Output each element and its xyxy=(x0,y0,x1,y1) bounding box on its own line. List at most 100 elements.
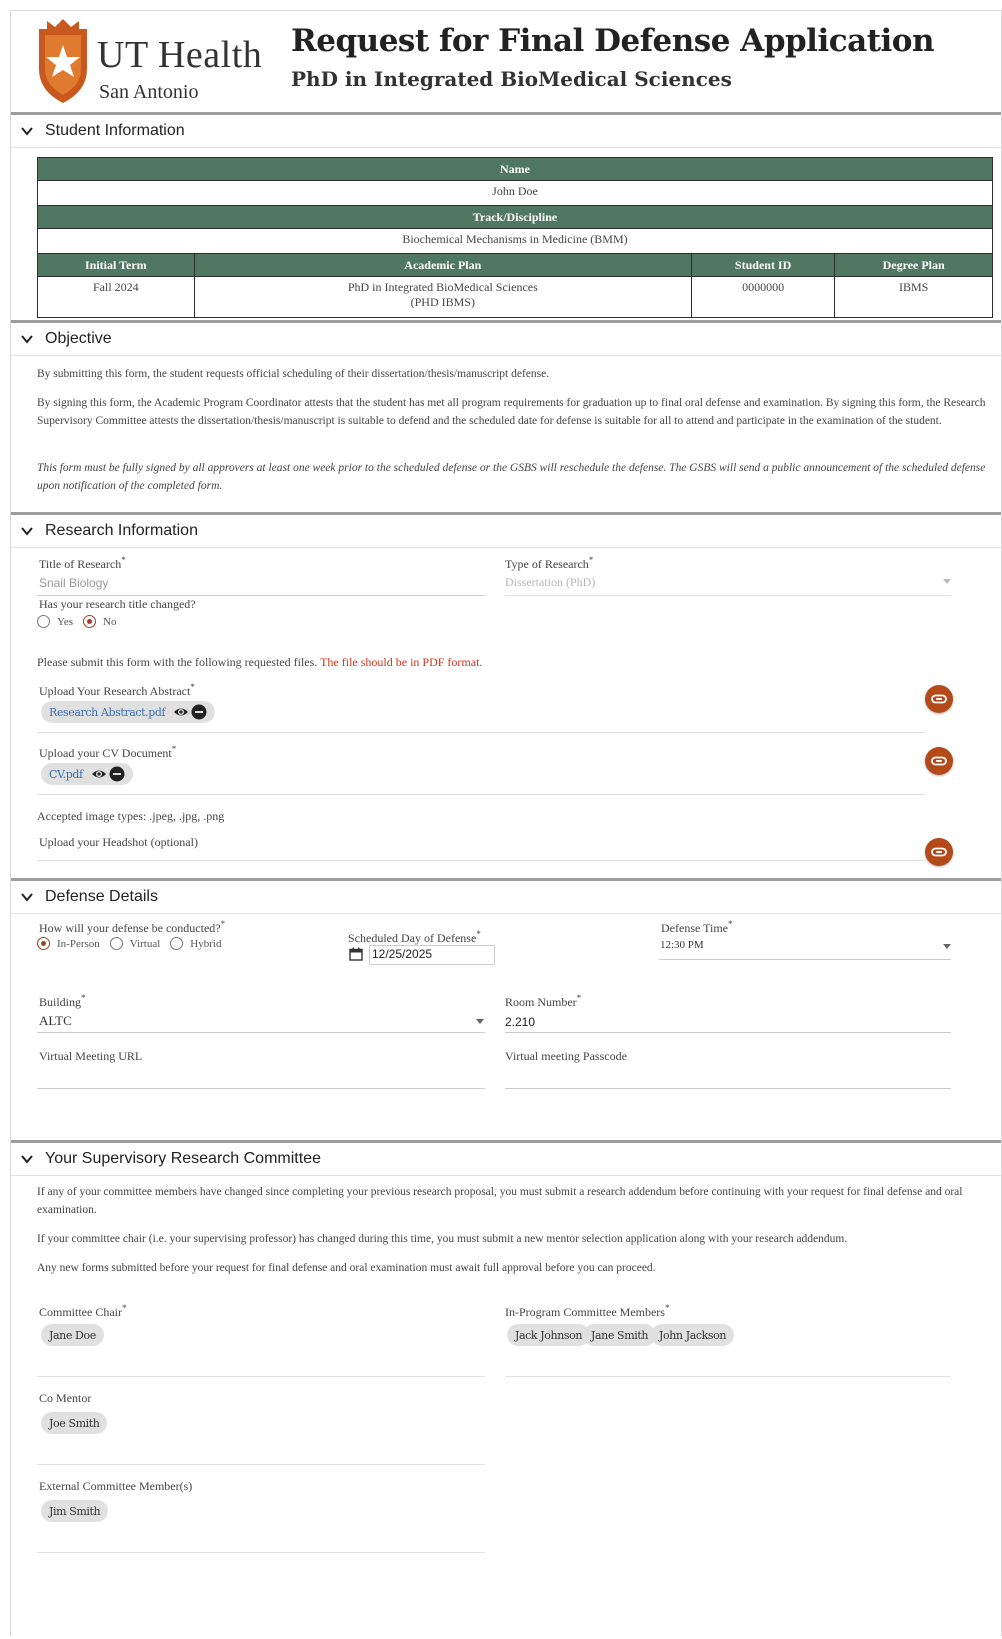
attach-abstract-button[interactable] xyxy=(925,685,953,713)
objective-notice: This form must be fully signed by all ap… xyxy=(37,462,986,492)
student-name: John Doe xyxy=(37,180,993,206)
section-title: Student Information xyxy=(45,122,185,139)
co-mentor-chip[interactable]: Joe Smith xyxy=(41,1412,108,1434)
research-information-header[interactable]: Research Information xyxy=(11,515,1001,548)
shield-logo-icon xyxy=(39,19,87,103)
title-changed-label: Has your research title changed? xyxy=(39,597,196,611)
attach-cv-button[interactable] xyxy=(925,747,953,775)
defense-day-value: 12/25/2025 xyxy=(372,947,433,961)
track-header: Track/Discipline xyxy=(37,205,993,229)
section-title: Research Information xyxy=(45,522,198,539)
defense-mode-label: How will your defense be conducted?* xyxy=(39,919,226,935)
student-id-value: 0000000 xyxy=(690,276,836,318)
committee-chair-label: Committee Chair* xyxy=(39,1303,127,1319)
abstract-file-chip[interactable]: Research Abstract.pdf xyxy=(41,701,216,723)
abstract-upload-label: Upload Your Research Abstract* xyxy=(39,682,195,698)
field-underline xyxy=(37,732,925,733)
dropdown-arrow-icon[interactable] xyxy=(476,1019,484,1025)
title-changed-no-radio[interactable]: No xyxy=(83,615,116,628)
attach-headshot-button[interactable] xyxy=(925,838,953,866)
chevron-down-icon[interactable] xyxy=(21,891,33,903)
brand-name: UT Health xyxy=(97,34,263,76)
page-title: Request for Final Defense Application xyxy=(291,23,935,59)
in-program-members-label: In-Program Committee Members* xyxy=(505,1303,670,1319)
paperclip-icon xyxy=(931,847,947,857)
chevron-down-icon[interactable] xyxy=(21,525,33,537)
eye-icon[interactable] xyxy=(91,766,107,782)
cv-upload-label: Upload your CV Document* xyxy=(39,744,177,760)
virtual-passcode-input[interactable] xyxy=(505,1088,951,1089)
field-underline xyxy=(659,959,951,960)
in-person-radio[interactable]: In-Person xyxy=(37,937,100,950)
objective-section: Objective By submitting this form, the s… xyxy=(11,320,1001,517)
academic-plan-line2: (PHD IBMS) xyxy=(410,295,475,309)
defense-details-header[interactable]: Defense Details xyxy=(11,881,1001,914)
title-changed-yes-radio[interactable]: Yes xyxy=(37,615,73,628)
chevron-down-icon[interactable] xyxy=(21,125,33,137)
virtual-passcode-label: Virtual meeting Passcode xyxy=(505,1049,627,1063)
student-information-section: Student Information Name John Doe Track/… xyxy=(11,112,1001,323)
type-of-research-select[interactable]: Dissertation (PhD) xyxy=(505,575,595,590)
building-select[interactable]: ALTC xyxy=(39,1013,72,1029)
eye-icon[interactable] xyxy=(173,704,189,720)
virtual-url-label: Virtual Meeting URL xyxy=(39,1049,143,1063)
field-underline xyxy=(37,595,485,596)
student-information-header[interactable]: Student Information xyxy=(11,115,1001,148)
academic-plan-header: Academic Plan xyxy=(193,253,692,277)
title-of-research-label: Title of Research* xyxy=(39,555,126,571)
virtual-url-input[interactable] xyxy=(37,1088,485,1089)
member-chip[interactable]: Jack Johnson xyxy=(507,1324,591,1346)
remove-icon[interactable] xyxy=(109,766,125,782)
radio-circle[interactable] xyxy=(37,615,50,628)
accepted-image-types: Accepted image types: .jpeg, .jpg, .png xyxy=(37,809,225,823)
field-underline xyxy=(37,794,925,795)
academic-plan-line1: PhD in Integrated BioMedical Sciences xyxy=(347,280,538,294)
section-title: Your Supervisory Research Committee xyxy=(45,1150,321,1167)
radio-circle[interactable] xyxy=(170,937,184,950)
remove-icon[interactable] xyxy=(191,704,207,720)
page-subtitle: PhD in Integrated BioMedical Sciences xyxy=(291,67,732,91)
field-underline xyxy=(505,595,951,596)
virtual-radio[interactable]: Virtual xyxy=(109,937,160,950)
title-of-research-field[interactable]: Snail Biology xyxy=(39,576,108,590)
field-underline xyxy=(505,1376,951,1377)
initial-term-header: Initial Term xyxy=(37,253,195,277)
room-number-input[interactable]: 2.210 xyxy=(505,1015,535,1029)
name-header: Name xyxy=(37,157,993,181)
defense-time-select[interactable]: 12:30 PM xyxy=(660,939,704,951)
abstract-file-name[interactable]: Research Abstract.pdf xyxy=(49,706,166,719)
member-chip[interactable]: Jane Smith xyxy=(583,1324,657,1346)
chevron-down-icon[interactable] xyxy=(21,333,33,345)
degree-plan-header: Degree Plan xyxy=(834,253,993,277)
dropdown-arrow-icon[interactable] xyxy=(943,579,951,585)
committee-paragraph-1: If any of your committee members have ch… xyxy=(37,1186,963,1216)
committee-chair-chip[interactable]: Jane Doe xyxy=(41,1324,104,1346)
student-track: Biochemical Mechanisms in Medicine (BMM) xyxy=(37,228,993,254)
external-member-label: External Committee Member(s) xyxy=(39,1479,193,1493)
brand-location: San Antonio xyxy=(99,81,199,103)
cv-file-name[interactable]: CV.pdf xyxy=(49,768,83,781)
radio-circle-selected[interactable] xyxy=(37,937,50,950)
dropdown-arrow-icon[interactable] xyxy=(943,944,951,950)
calendar-icon[interactable] xyxy=(349,947,363,961)
objective-header[interactable]: Objective xyxy=(11,323,1001,356)
cv-file-chip[interactable]: CV.pdf xyxy=(41,763,133,785)
defense-time-label: Defense Time* xyxy=(661,919,733,935)
chevron-down-icon[interactable] xyxy=(21,1153,33,1165)
objective-paragraph-2: By signing this form, the Academic Progr… xyxy=(37,397,986,427)
member-chip[interactable]: John Jackson xyxy=(651,1324,735,1346)
defense-details-section: Defense Details How will your defense be… xyxy=(11,878,1001,1143)
academic-plan-value: PhD in Integrated BioMedical Sciences (P… xyxy=(193,276,692,318)
field-underline xyxy=(505,1032,951,1033)
supervisory-committee-header[interactable]: Your Supervisory Research Committee xyxy=(11,1143,1001,1176)
defense-day-input[interactable]: 12/25/2025 xyxy=(369,945,495,965)
radio-circle-selected[interactable] xyxy=(83,615,97,628)
radio-circle[interactable] xyxy=(109,937,123,950)
student-info-table: Name John Doe Track/Discipline Biochemic… xyxy=(37,157,993,318)
paperclip-icon xyxy=(931,694,947,704)
external-member-chip[interactable]: Jim Smith xyxy=(41,1500,109,1522)
student-id-header: Student ID xyxy=(690,253,836,277)
defense-day-label: Scheduled Day of Defense* xyxy=(348,929,481,945)
type-of-research-label: Type of Research* xyxy=(505,555,594,571)
hybrid-radio[interactable]: Hybrid xyxy=(170,937,221,950)
